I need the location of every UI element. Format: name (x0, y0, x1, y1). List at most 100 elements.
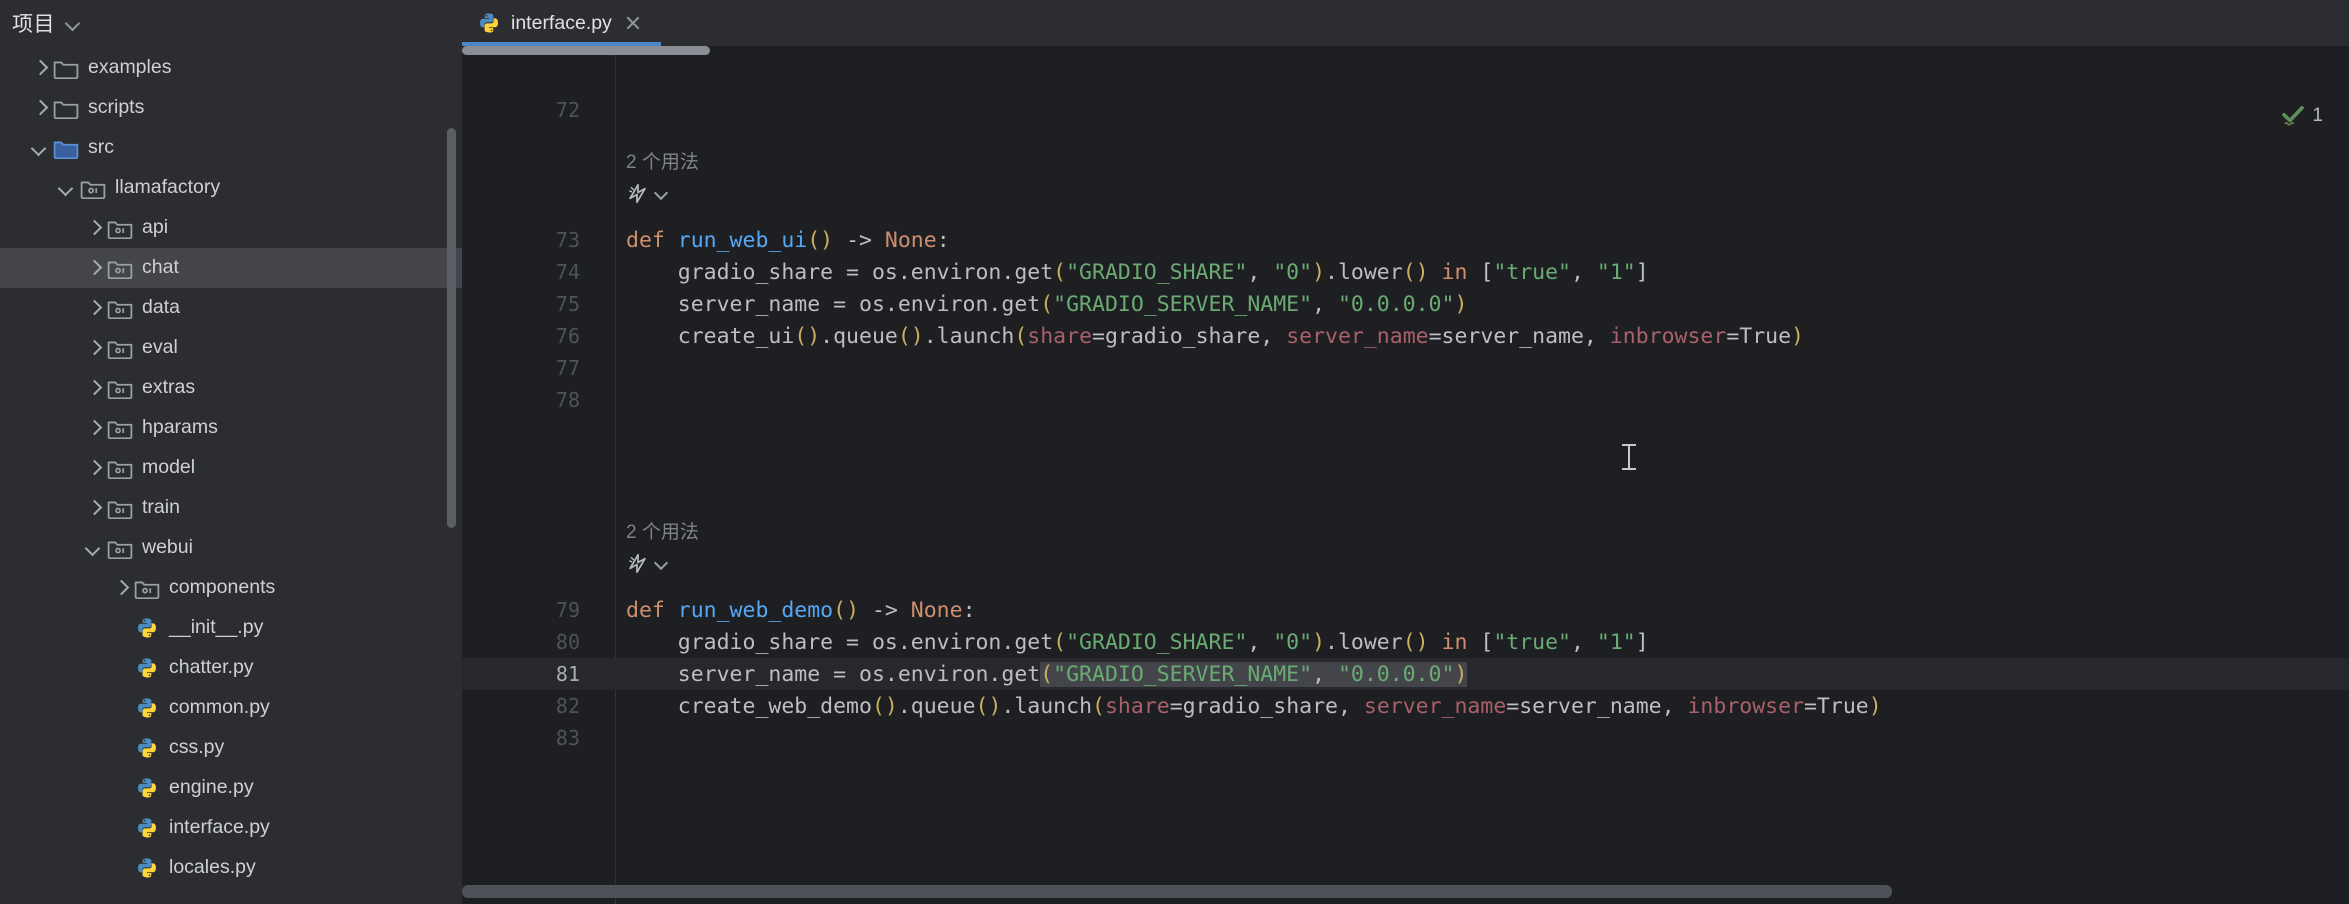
line-number[interactable]: 72 (462, 98, 590, 122)
chevron-down-icon[interactable] (54, 175, 80, 201)
code-token: share (1027, 323, 1093, 349)
close-icon[interactable] (623, 13, 643, 33)
tree-item-api[interactable]: api (0, 208, 462, 248)
chevron-down-icon[interactable] (655, 556, 669, 570)
tree-item-components[interactable]: components (0, 568, 462, 608)
code-text[interactable]: create_ui().queue().launch(share=gradio_… (590, 324, 1804, 349)
chevron-right-icon[interactable] (108, 575, 134, 601)
code-line-79[interactable]: 79 def run_web_demo() -> None: (462, 594, 2349, 626)
code-token: gradio_share = os.environ.get (626, 259, 1054, 285)
line-number[interactable]: 73 (462, 228, 590, 252)
code-text[interactable]: create_web_demo().queue().launch(share=g… (590, 694, 1882, 719)
tree-item-chat[interactable]: chat (0, 248, 462, 288)
usage-inlay-hint[interactable]: 2 个用法 (462, 144, 2349, 176)
ai-assistant-icon[interactable] (626, 182, 649, 205)
line-number[interactable]: 75 (462, 292, 590, 316)
code-line-73[interactable]: 73 def run_web_ui() -> None: (462, 224, 2349, 256)
chevron-down-icon[interactable] (65, 15, 81, 31)
ai-assistant-icon[interactable] (626, 552, 649, 575)
code-text[interactable]: def run_web_ui() -> None: (590, 228, 950, 253)
code-line-77[interactable]: 77 (462, 352, 2349, 384)
line-number[interactable]: 83 (462, 726, 590, 750)
code-token: =gradio_share, (1092, 323, 1287, 349)
code-text[interactable]: gradio_share = os.environ.get("GRADIO_SH… (590, 630, 1649, 655)
line-number[interactable]: 78 (462, 388, 590, 412)
code-token: "1" (1596, 259, 1636, 285)
chevron-right-icon[interactable] (27, 55, 53, 81)
code-line-78[interactable]: 78 (462, 384, 2349, 416)
usage-inlay-hint[interactable]: 2 个用法 (462, 514, 2349, 546)
tree-item-model[interactable]: model (0, 448, 462, 488)
code-text[interactable]: server_name = os.environ.get("GRADIO_SER… (590, 661, 1468, 687)
code-editor[interactable]: 1 72 73 def run_web_ui() -> None: 74 gradio… (462, 46, 2349, 904)
line-number[interactable]: 77 (462, 356, 590, 380)
chevron-down-icon[interactable] (655, 186, 669, 200)
code-token: [ (1467, 259, 1494, 285)
code-line-76[interactable]: 76 create_ui().queue().launch(share=grad… (462, 320, 2349, 352)
code-text[interactable]: server_name = os.environ.get("GRADIO_SER… (590, 292, 1468, 317)
line-number[interactable]: 74 (462, 260, 590, 284)
code-line-83[interactable]: 83 (462, 722, 2349, 754)
code-token: def (626, 227, 678, 253)
line-number[interactable]: 79 (462, 598, 590, 622)
project-tool-window-header[interactable]: 项目 (0, 0, 462, 46)
folder-package-icon (107, 337, 133, 359)
editor-horizontal-scrollbar[interactable] (462, 885, 1892, 898)
tree-item-train[interactable]: train (0, 488, 462, 528)
tree-item-scripts[interactable]: scripts (0, 88, 462, 128)
chevron-right-icon[interactable] (81, 415, 107, 441)
line-number[interactable]: 82 (462, 694, 590, 718)
code-text[interactable]: def run_web_demo() -> None: (590, 598, 976, 623)
usage-count-label[interactable]: 2 个用法 (626, 517, 699, 544)
tree-item-llamafactory[interactable]: llamafactory (0, 168, 462, 208)
tree-item-common-py[interactable]: common.py (0, 688, 462, 728)
chevron-right-icon[interactable] (81, 455, 107, 481)
tree-item-css-py[interactable]: css.py (0, 728, 462, 768)
ai-actions-group[interactable] (626, 552, 669, 575)
ai-actions-group[interactable] (626, 182, 669, 205)
chevron-right-icon[interactable] (81, 375, 107, 401)
code-line-75[interactable]: 75 server_name = os.environ.get("GRADIO_… (462, 288, 2349, 320)
code-line-74[interactable]: 74 gradio_share = os.environ.get("GRADIO… (462, 256, 2349, 288)
tree-item-data[interactable]: data (0, 288, 462, 328)
code-line-80[interactable]: 80 gradio_share = os.environ.get("GRADIO… (462, 626, 2349, 658)
line-number[interactable]: 81 (462, 662, 590, 686)
editor-vertical-scroll-thumb[interactable] (462, 46, 710, 55)
chevron-right-icon[interactable] (81, 335, 107, 361)
code-line-81[interactable]: 81 server_name = os.environ.get("GRADIO_… (462, 658, 2349, 691)
ai-assistant-inlay[interactable] (462, 177, 2349, 209)
sidebar-vertical-scrollbar[interactable] (447, 128, 456, 528)
code-token: server_name (1363, 693, 1507, 719)
tree-item-init-py[interactable]: __init__.py (0, 608, 462, 648)
chevron-right-icon[interactable] (81, 295, 107, 321)
tree-item-engine-py[interactable]: engine.py (0, 768, 462, 808)
tree-item-interface-py[interactable]: interface.py (0, 808, 462, 848)
tree-item-examples[interactable]: examples (0, 48, 462, 88)
code-line-72[interactable]: 72 (462, 94, 2349, 126)
project-tree[interactable]: examples scripts src llamafactory api chat dat… (0, 46, 462, 888)
chevron-down-icon[interactable] (27, 135, 53, 161)
chevron-right-icon[interactable] (27, 95, 53, 121)
line-number[interactable]: 80 (462, 630, 590, 654)
tab-interface-py[interactable]: interface.py (462, 0, 661, 46)
chevron-down-icon[interactable] (81, 535, 107, 561)
chevron-right-icon[interactable] (81, 255, 107, 281)
tree-item-locales-py[interactable]: locales.py (0, 848, 462, 888)
line-number[interactable]: 76 (462, 324, 590, 348)
tree-item-src[interactable]: src (0, 128, 462, 168)
tree-item-hparams[interactable]: hparams (0, 408, 462, 448)
chevron-right-icon[interactable] (81, 215, 107, 241)
tree-item-webui[interactable]: webui (0, 528, 462, 568)
tree-item-label: data (142, 296, 180, 319)
project-title: 项目 (12, 13, 55, 36)
tree-item-label: examples (88, 56, 172, 79)
code-token: "0.0.0.0" (1337, 661, 1455, 687)
tree-item-eval[interactable]: eval (0, 328, 462, 368)
code-text[interactable]: gradio_share = os.environ.get("GRADIO_SH… (590, 260, 1649, 285)
usage-count-label[interactable]: 2 个用法 (626, 147, 699, 174)
ai-assistant-inlay[interactable] (462, 547, 2349, 579)
code-line-82[interactable]: 82 create_web_demo().queue().launch(shar… (462, 690, 2349, 722)
tree-item-chatter-py[interactable]: chatter.py (0, 648, 462, 688)
chevron-right-icon[interactable] (81, 495, 107, 521)
tree-item-extras[interactable]: extras (0, 368, 462, 408)
